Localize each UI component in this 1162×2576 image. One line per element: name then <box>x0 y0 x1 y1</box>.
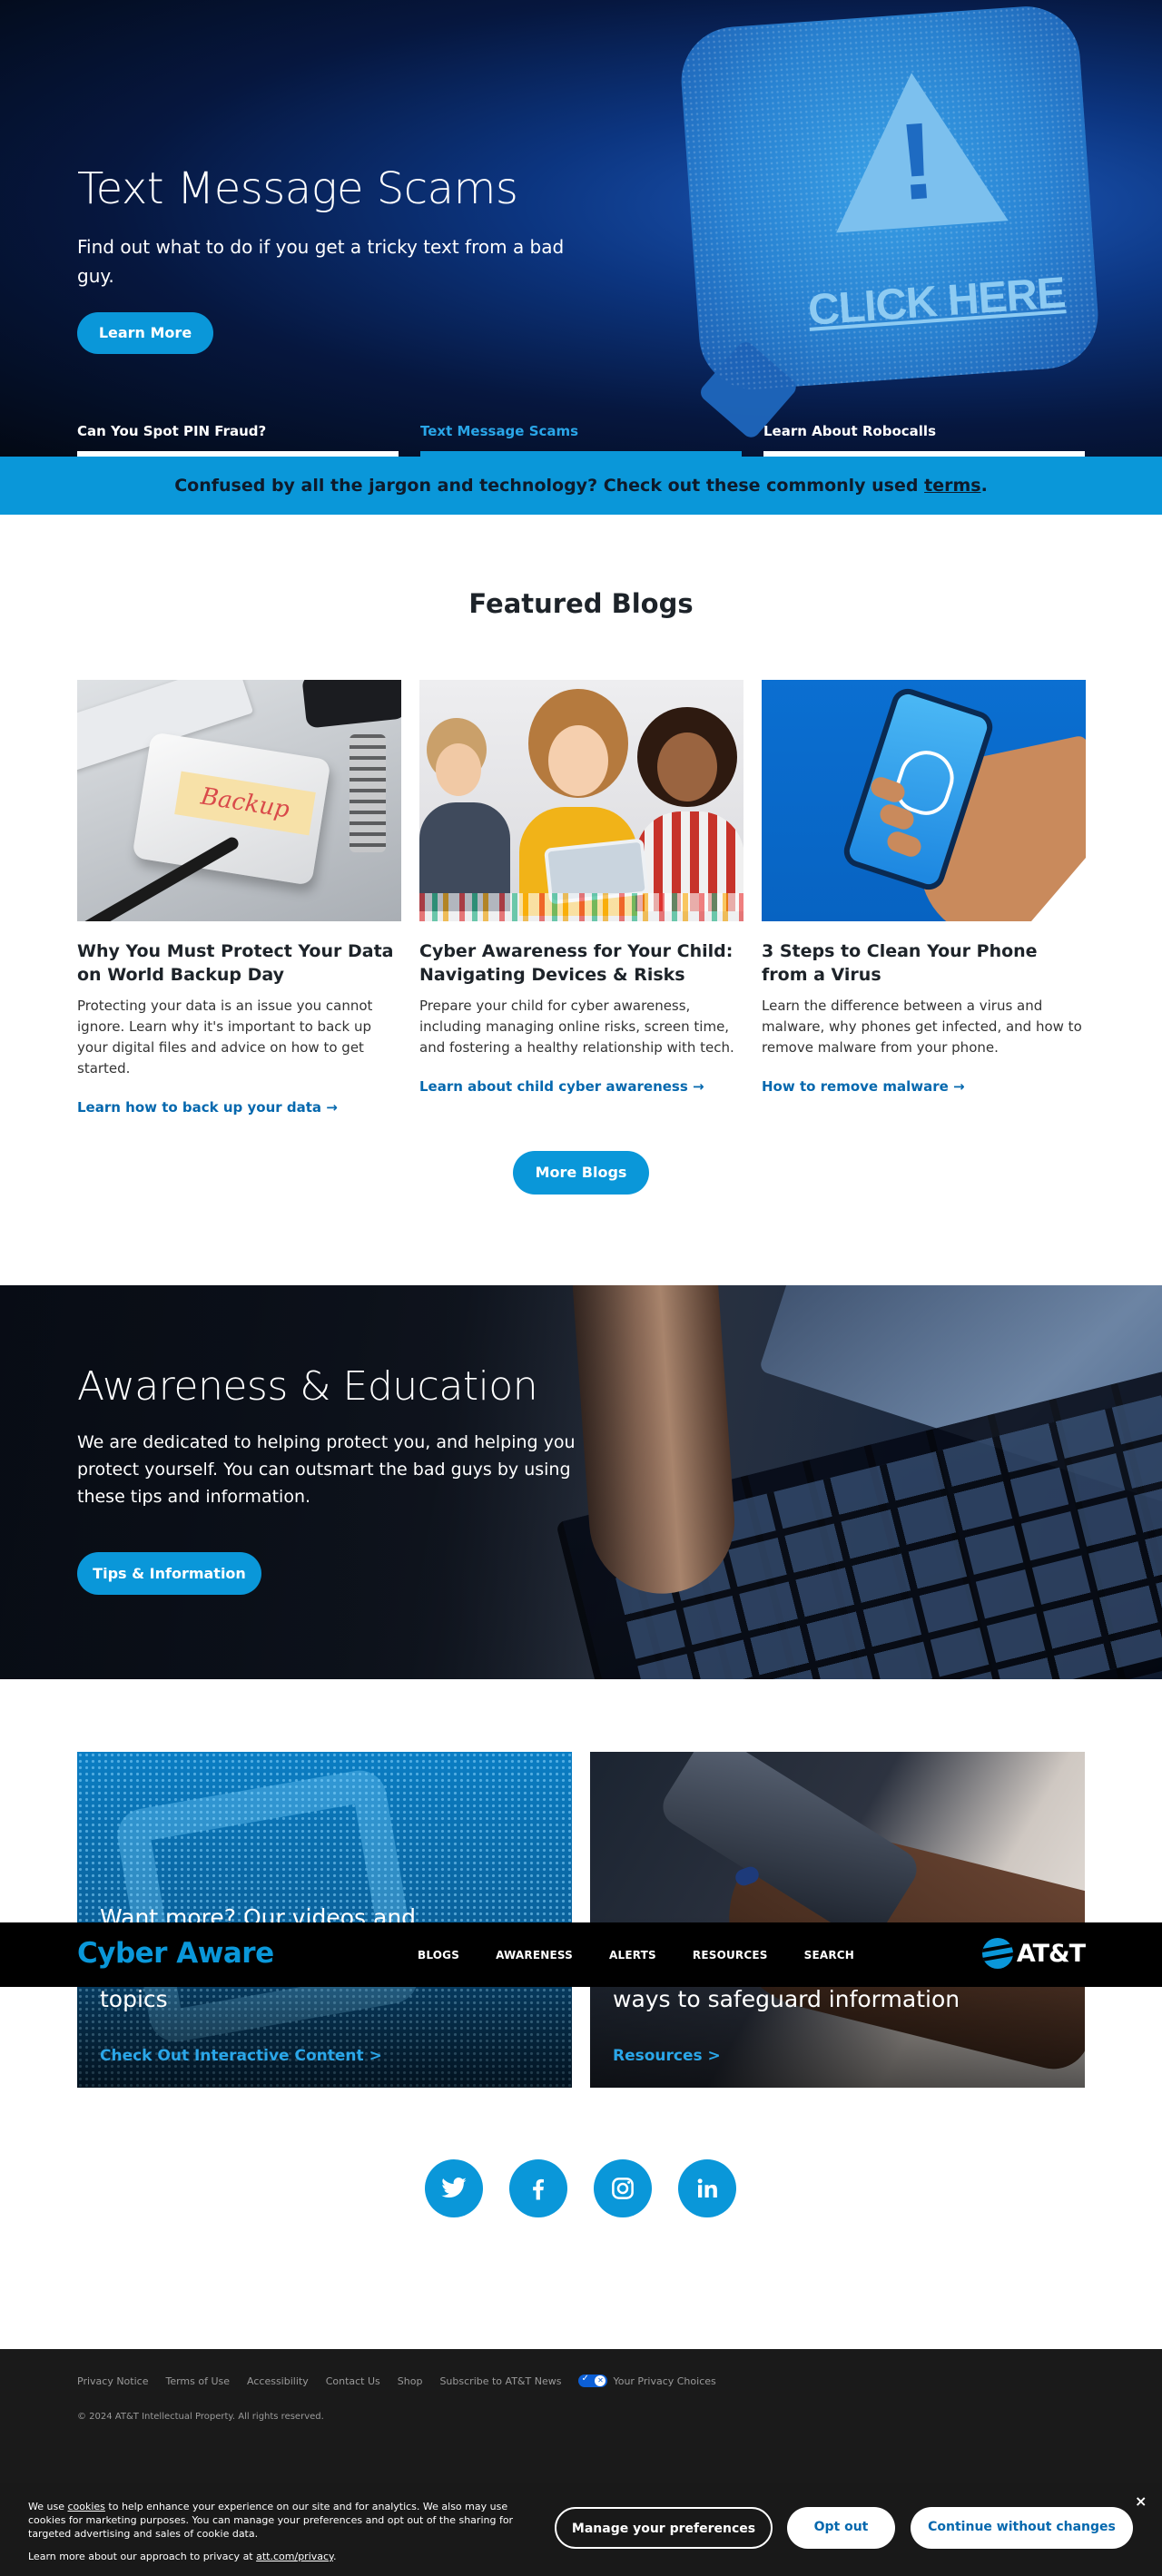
continue-without-changes-button[interactable]: Continue without changes <box>911 2507 1133 2549</box>
terms-link[interactable]: terms <box>924 476 980 496</box>
nav-resources[interactable]: RESOURCES <box>693 1949 768 1961</box>
linkedin-glyph <box>697 2178 717 2197</box>
kid-shape <box>657 732 717 801</box>
facebook-glyph <box>533 2178 544 2200</box>
blog-list: Backup Why You Must Protect Your Data on… <box>77 680 1086 1116</box>
blog-description: Protecting your data is an issue you can… <box>77 998 373 1077</box>
privacy-link[interactable]: att.com/privacy <box>256 2551 333 2562</box>
check-out-interactive-content-link[interactable]: Check Out Interactive Content > <box>100 2047 382 2065</box>
interactive-content-card[interactable]: Want more? Our videos and topics Check O… <box>77 1752 572 2088</box>
tab-robocalls[interactable]: Learn About Robocalls <box>763 423 1085 457</box>
footer-terms-of-use[interactable]: Terms of Use <box>165 2375 230 2387</box>
close-icon[interactable]: × <box>1135 2492 1147 2510</box>
blog-card-phone-virus: 3 Steps to Clean Your Phone from a Virus… <box>762 680 1086 1116</box>
phone-shape <box>301 680 401 729</box>
blog-image-backup-drive[interactable]: Backup <box>77 680 401 921</box>
blog-description: Prepare your child for cyber awareness, … <box>419 998 734 1056</box>
kid-shape <box>548 725 608 796</box>
pencils-shape <box>419 893 743 921</box>
tab-pin-fraud[interactable]: Can You Spot PIN Fraud? <box>77 423 399 457</box>
twitter-glyph <box>441 2178 467 2198</box>
att-logo[interactable]: AT&T <box>981 1938 1086 1969</box>
nav-blogs[interactable]: BLOGS <box>418 1949 459 1961</box>
tab-label: Learn About Robocalls <box>763 423 936 439</box>
blog-image-kids-tablet[interactable] <box>419 680 743 921</box>
resources-link[interactable]: Resources > <box>613 2047 721 2065</box>
cookie-more-post: . <box>333 2551 337 2562</box>
blog-description: Learn the difference between a virus and… <box>762 998 1082 1056</box>
featured-blogs-title: Featured Blogs <box>468 588 694 619</box>
nav-alerts[interactable]: ALERTS <box>609 1949 656 1961</box>
att-logo-text: AT&T <box>1016 1939 1086 1968</box>
copyright: © 2024 AT&T Intellectual Property. All r… <box>77 2412 324 2422</box>
nav-links: BLOGS AWARENESS ALERTS RESOURCES SEARCH <box>418 1922 854 1987</box>
blog-title[interactable]: Cyber Awareness for Your Child: Navigati… <box>419 939 743 987</box>
tab-text-message-scams[interactable]: Text Message Scams <box>420 423 742 457</box>
footer-contact-us[interactable]: Contact Us <box>326 2375 380 2387</box>
tab-label: Text Message Scams <box>420 423 579 439</box>
tips-information-button[interactable]: Tips & Information <box>77 1552 261 1595</box>
notebook-shape <box>350 734 386 852</box>
linkedin-icon[interactable] <box>678 2159 736 2217</box>
footer-privacy-notice[interactable]: Privacy Notice <box>77 2375 148 2387</box>
kid-shape <box>436 743 481 796</box>
facebook-icon[interactable] <box>509 2159 567 2217</box>
nav-search[interactable]: SEARCH <box>804 1949 854 1961</box>
more-blogs-button[interactable]: More Blogs <box>513 1151 649 1195</box>
blog-link[interactable]: Learn about child cyber awareness → <box>419 1078 743 1095</box>
jargon-text: Confused by all the jargon and technolog… <box>174 476 919 496</box>
privacy-choices-label: Your Privacy Choices <box>613 2374 716 2387</box>
footer-accessibility[interactable]: Accessibility <box>247 2375 309 2387</box>
resources-card[interactable]: ways to safeguard information Resources … <box>590 1752 1085 2088</box>
learn-more-button[interactable]: Learn More <box>77 312 213 354</box>
corner-shape <box>1031 858 1086 921</box>
blog-image-phone-bug[interactable] <box>762 680 1086 921</box>
jargon-end: . <box>980 476 988 496</box>
privacy-choices-icon <box>578 2374 608 2387</box>
page: ! CLICK HERE Text Message Scams Find out… <box>0 0 1162 2576</box>
jargon-banner: Confused by all the jargon and technolog… <box>0 457 1162 515</box>
twitter-icon[interactable] <box>425 2159 483 2217</box>
hero-banner: ! CLICK HERE <box>0 0 1162 457</box>
att-globe-icon <box>981 1938 1013 1969</box>
social-links <box>425 2159 736 2217</box>
footer-links: Privacy Notice Terms of Use Accessibilit… <box>77 2374 716 2387</box>
cookie-text-pre: We use <box>28 2501 68 2512</box>
cookie-more-pre: Learn more about our approach to privacy… <box>28 2551 257 2562</box>
hero-tabs: Can You Spot PIN Fraud? Text Message Sca… <box>77 423 1085 457</box>
manage-preferences-button[interactable]: Manage your preferences <box>555 2507 773 2549</box>
blog-link[interactable]: Learn how to back up your data → <box>77 1099 401 1116</box>
cookies-link[interactable]: cookies <box>67 2501 104 2512</box>
hero-subtitle: Find out what to do if you get a tricky … <box>77 236 565 287</box>
cookie-privacy-text: Learn more about our approach to privacy… <box>28 2551 337 2562</box>
nav-awareness[interactable]: AWARENESS <box>496 1949 573 1961</box>
footer-privacy-choices[interactable]: Your Privacy Choices <box>578 2374 716 2387</box>
cyber-aware-logo[interactable]: Cyber Aware <box>77 1937 274 1970</box>
tab-label: Can You Spot PIN Fraud? <box>77 423 267 439</box>
footer-subscribe-news[interactable]: Subscribe to AT&T News <box>439 2375 561 2387</box>
blog-link[interactable]: How to remove malware → <box>762 1078 1086 1095</box>
blog-card-child-awareness: Cyber Awareness for Your Child: Navigati… <box>419 680 743 1116</box>
exclamation-icon: ! <box>894 99 940 224</box>
blog-title[interactable]: Why You Must Protect Your Data on World … <box>77 939 401 987</box>
hero-title: Text Message Scams <box>77 163 518 214</box>
blog-card-backup: Backup Why You Must Protect Your Data on… <box>77 680 401 1116</box>
awareness-description: We are dedicated to helping protect you,… <box>77 1432 576 1507</box>
blog-title[interactable]: 3 Steps to Clean Your Phone from a Virus <box>762 939 1086 987</box>
awareness-title: Awareness & Education <box>77 1363 538 1410</box>
cookie-text: We use cookies to help enhance your expe… <box>28 2500 518 2541</box>
footer-shop[interactable]: Shop <box>398 2375 423 2387</box>
instagram-glyph <box>612 2178 634 2199</box>
opt-out-button[interactable]: Opt out <box>787 2507 895 2549</box>
site-nav-bar: Cyber Aware BLOGS AWARENESS ALERTS RESOU… <box>0 1922 1162 1987</box>
instagram-icon[interactable] <box>594 2159 652 2217</box>
